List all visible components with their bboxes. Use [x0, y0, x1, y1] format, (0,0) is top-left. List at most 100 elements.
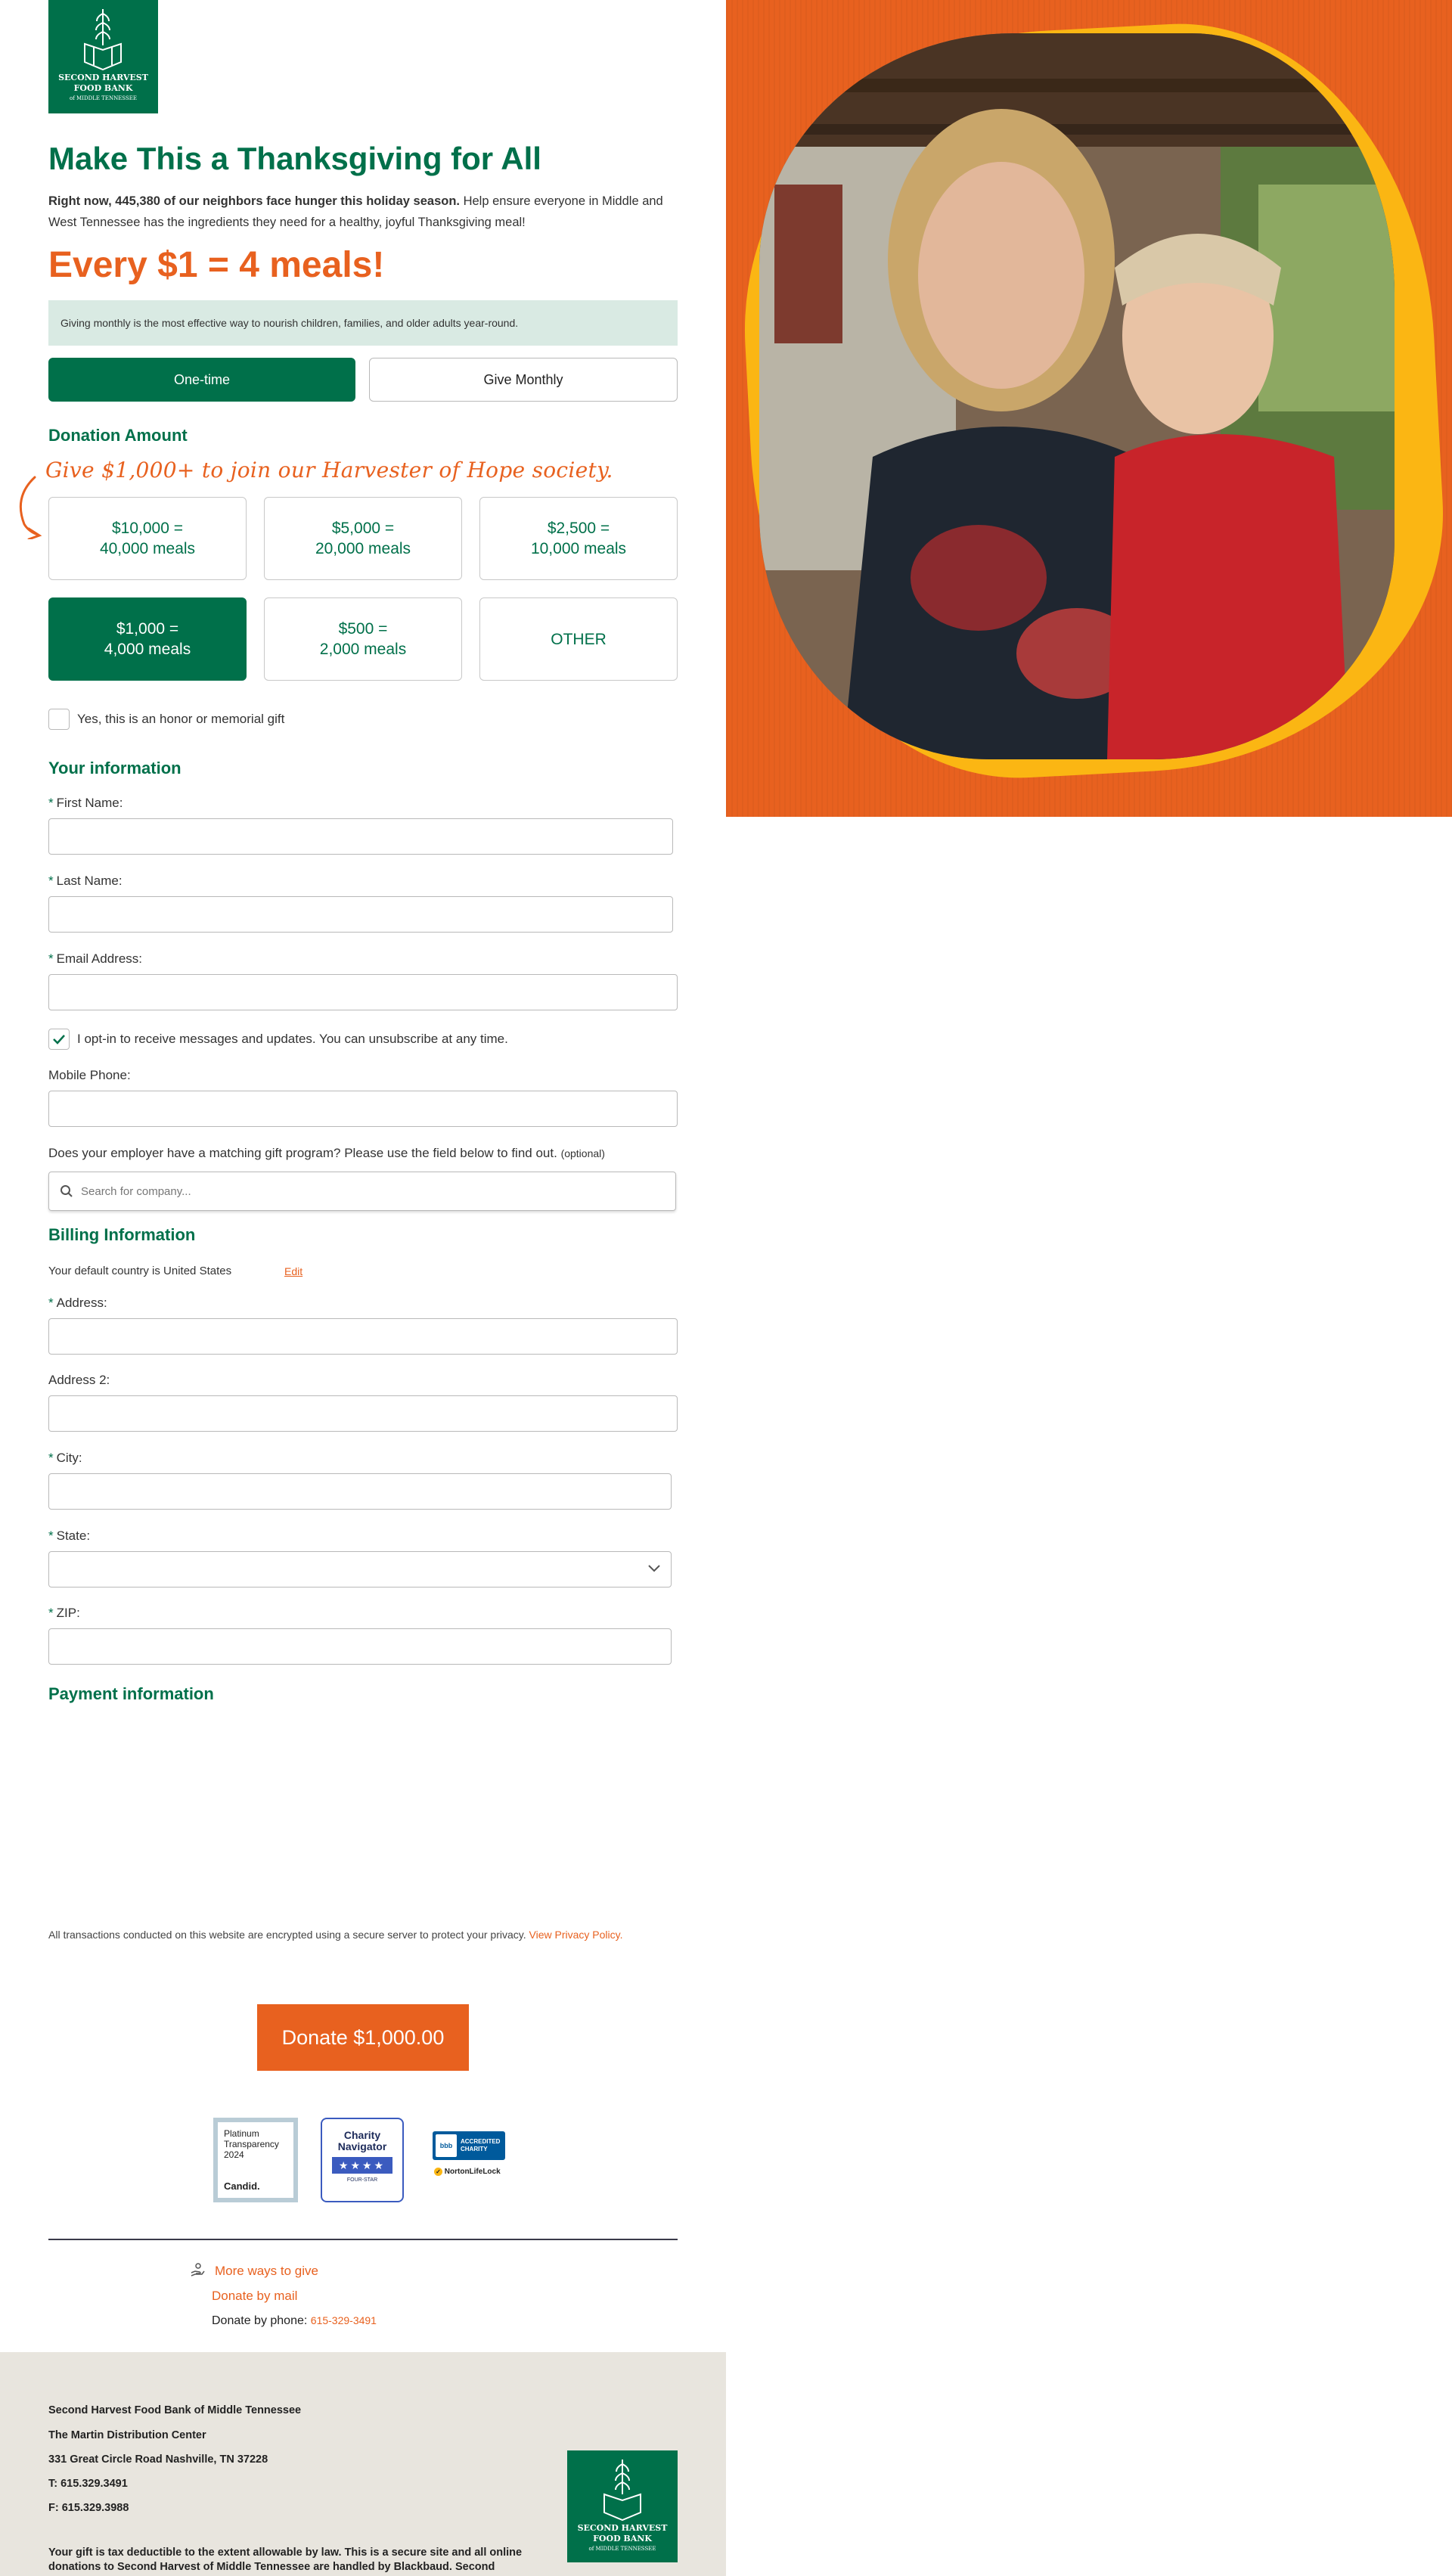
amount-value: $500 =	[338, 620, 388, 638]
state-label: * State:	[48, 1529, 90, 1544]
chevron-down-icon	[648, 1565, 660, 1572]
candid-seal-badge[interactable]: Platinum Transparency 2024 Candid.	[213, 2118, 298, 2202]
zip-label: * ZIP:	[48, 1606, 80, 1621]
cn-line2: Navigator	[337, 2140, 387, 2152]
privacy-text: All transactions conducted on this websi…	[48, 1929, 526, 1941]
amount-value: OTHER	[551, 630, 607, 648]
meals-headline: Every $1 = 4 meals!	[48, 245, 385, 285]
footer-logo[interactable]: SECOND HARVEST FOOD BANK of MIDDLE TENNE…	[567, 2450, 678, 2562]
last-name-label: * Last Name:	[48, 874, 123, 889]
page-title: Make This a Thanksgiving for All	[48, 141, 541, 176]
payment-frame[interactable]	[48, 1717, 678, 1898]
opt-in-label: I opt-in to receive messages and updates…	[77, 1032, 508, 1046]
address2-label: Address 2:	[48, 1373, 110, 1387]
bbb-line2: CHARITY	[461, 2146, 488, 2152]
logo-line2: FOOD BANK	[73, 83, 133, 93]
harvester-society-text: Give $1,000+ to join our Harvester of Ho…	[45, 458, 613, 483]
address-label-text: Address:	[56, 1296, 107, 1310]
footer-phone: T: 615.329.3491	[48, 2478, 128, 2490]
email-field[interactable]	[48, 974, 678, 1010]
amount-meals: 2,000 meals	[319, 641, 407, 658]
city-label: * City:	[48, 1451, 82, 1466]
opt-in-checkbox[interactable]	[48, 1029, 70, 1050]
company-search-input[interactable]: Search for company...	[48, 1172, 676, 1211]
footer-fax: F: 615.329.3988	[48, 2502, 129, 2514]
donate-button[interactable]: Donate $1,000.00	[257, 2004, 469, 2071]
phone-link[interactable]: 615-329-3491	[311, 2314, 377, 2326]
amount-option-10000[interactable]: $10,000 = 40,000 meals	[48, 497, 247, 580]
candid-line1: Platinum	[224, 2128, 259, 2139]
address-field[interactable]	[48, 1318, 678, 1355]
optional-tag: (optional)	[560, 1147, 605, 1159]
donate-by-mail-link[interactable]: Donate by mail	[212, 2289, 297, 2304]
donation-amount-heading: Donation Amount	[48, 426, 188, 445]
matching-gift-question: Does your employer have a matching gift …	[48, 1146, 605, 1161]
cn-tagline: FOUR-STAR	[346, 2177, 378, 2183]
zip-label-text: ZIP:	[56, 1606, 80, 1620]
hero-panel	[726, 0, 1452, 817]
privacy-notice: All transactions conducted on this websi…	[48, 1926, 678, 1944]
privacy-policy-link[interactable]: View Privacy Policy.	[529, 1929, 623, 1941]
footer-address: 331 Great Circle Road Nashville, TN 3722…	[48, 2453, 268, 2466]
amount-value: $10,000 =	[111, 520, 183, 537]
city-field[interactable]	[48, 1473, 672, 1510]
address2-field[interactable]	[48, 1395, 678, 1432]
required-marker: *	[48, 1606, 54, 1620]
amount-value: $2,500 =	[547, 520, 610, 537]
donate-by-phone: Donate by phone: 615-329-3491	[212, 2314, 377, 2328]
candid-line3: 2024	[224, 2149, 244, 2160]
charity-navigator-badge[interactable]: Charity Navigator ★★★★ FOUR-STAR	[321, 2118, 404, 2202]
zip-field[interactable]	[48, 1628, 672, 1665]
amount-option-5000[interactable]: $5,000 = 20,000 meals	[264, 497, 462, 580]
second-harvest-logo[interactable]: SECOND HARVEST FOOD BANK of MIDDLE TENNE…	[48, 0, 158, 113]
intro-text: Right now, 445,380 of our neighbors face…	[48, 191, 678, 233]
footer-org: Second Harvest Food Bank of Middle Tenne…	[48, 2404, 302, 2416]
last-name-label-text: Last Name:	[56, 874, 123, 888]
amount-option-other[interactable]: OTHER	[479, 597, 678, 681]
amount-option-1000[interactable]: $1,000 = 4,000 meals	[48, 597, 247, 681]
give-monthly-button[interactable]: Give Monthly	[369, 358, 678, 402]
norton-badge[interactable]: ✓ NortonLifeLock	[434, 2168, 501, 2176]
cn-stars: ★★★★	[332, 2157, 392, 2174]
candid-line2: Transparency	[224, 2139, 279, 2149]
bbb-line1: ACCREDITED	[461, 2138, 501, 2145]
one-time-button[interactable]: One-time	[48, 358, 355, 402]
state-select[interactable]	[48, 1551, 672, 1587]
footer-logo-line3: of MIDDLE TENNESSEE	[588, 2546, 656, 2552]
mobile-phone-field[interactable]	[48, 1091, 678, 1127]
company-search-placeholder: Search for company...	[81, 1184, 191, 1198]
email-label: * Email Address:	[48, 951, 142, 967]
more-ways-to-give-link[interactable]: More ways to give	[215, 2264, 318, 2279]
first-name-field[interactable]	[48, 818, 673, 855]
first-name-label: * First Name:	[48, 796, 123, 811]
logo-line1: SECOND HARVEST	[58, 73, 148, 82]
norton-label: NortonLifeLock	[444, 2168, 501, 2177]
billing-information-heading: Billing Information	[48, 1225, 196, 1244]
first-name-label-text: First Name:	[56, 796, 123, 810]
bbb-badge[interactable]: bbb ACCREDITED CHARITY	[433, 2131, 505, 2160]
mobile-phone-label: Mobile Phone:	[48, 1068, 131, 1082]
footer-disclaimer: Your gift is tax deductible to the exten…	[48, 2547, 523, 2573]
last-name-field[interactable]	[48, 896, 673, 933]
default-country-text: Your default country is United States	[48, 1265, 232, 1277]
amount-option-2500[interactable]: $2,500 = 10,000 meals	[479, 497, 678, 580]
edit-country-link[interactable]: Edit	[284, 1265, 302, 1277]
amount-meals: 20,000 meals	[315, 540, 411, 557]
required-marker: *	[48, 874, 54, 888]
family-photo-illustration	[759, 33, 1395, 759]
curved-arrow-icon	[19, 476, 42, 539]
amount-meals: 10,000 meals	[530, 540, 627, 557]
honor-gift-checkbox[interactable]	[48, 709, 70, 730]
required-marker: *	[48, 1296, 54, 1310]
footer-logo-line1: SECOND HARVEST	[577, 2523, 668, 2533]
amount-meals: 4,000 meals	[104, 641, 191, 658]
required-marker: *	[48, 1451, 54, 1465]
monthly-notice: Giving monthly is the most effective way…	[48, 300, 678, 346]
state-label-text: State:	[56, 1529, 91, 1543]
amount-option-500[interactable]: $500 = 2,000 meals	[264, 597, 462, 681]
amount-meals: 40,000 meals	[99, 540, 196, 557]
amount-value: $5,000 =	[331, 520, 395, 537]
required-marker: *	[48, 796, 54, 810]
donate-by-phone-label: Donate by phone:	[212, 2314, 308, 2327]
intro-bold: Right now, 445,380 of our neighbors face…	[48, 194, 460, 208]
